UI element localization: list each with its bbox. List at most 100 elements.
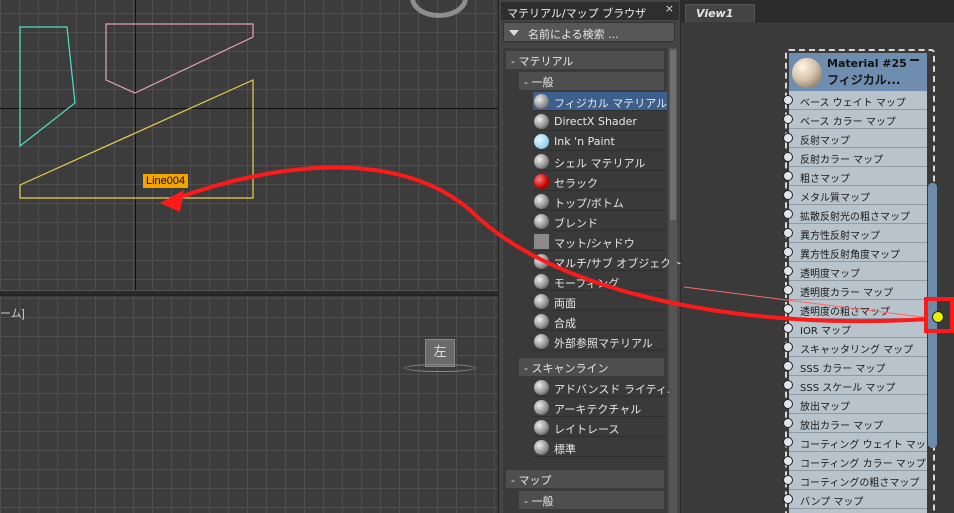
group-general[interactable]: - 一般: [519, 72, 664, 90]
input-socket[interactable]: [783, 361, 793, 371]
node-slot[interactable]: バンプ マップ: [789, 490, 927, 509]
node-header[interactable]: Material #25 フィジカル...: [789, 53, 927, 91]
node-slot[interactable]: ベース ウェイト マップ: [789, 91, 927, 110]
input-socket[interactable]: [783, 247, 793, 257]
object-label: Line004: [143, 174, 189, 188]
node-slot[interactable]: スキャッタリング マップ: [789, 338, 927, 357]
viewport-top[interactable]: Line004: [0, 0, 498, 290]
node-slot[interactable]: 透明度マップ: [789, 262, 927, 281]
node-subtitle: フィジカル...: [827, 73, 901, 87]
material-preview-icon: [792, 58, 822, 88]
input-socket[interactable]: [783, 456, 793, 466]
node-slot[interactable]: ベース カラー マップ: [789, 110, 927, 129]
node-slot[interactable]: コーティング カラー マップ: [789, 452, 927, 471]
sphere-icon: [534, 294, 549, 309]
material-item[interactable]: ブレンド: [533, 212, 667, 231]
dropdown-triangle-icon[interactable]: [509, 30, 519, 36]
viewcube-ring[interactable]: [404, 364, 476, 372]
material-item[interactable]: Ink 'n Paint: [533, 132, 667, 151]
node-slot[interactable]: 異方性反射マップ: [789, 224, 927, 243]
shape-yellow-line004: [19, 79, 254, 199]
slot-label: スキャッタリング マップ: [800, 345, 914, 356]
node-slot[interactable]: 反射マップ: [789, 129, 927, 148]
category-maps[interactable]: - マップ: [506, 470, 664, 488]
app-root: Line004 左 ーム] マテリアル/マップ ブラウザ × 名前による検索 .…: [0, 0, 954, 513]
group-scanline[interactable]: - スキャンライン: [519, 358, 664, 376]
node-title: Material #25: [827, 57, 907, 70]
material-label: 両面: [554, 297, 576, 310]
output-socket[interactable]: [932, 311, 944, 323]
node-slot[interactable]: 拡散反射光の粗さマップ: [789, 205, 927, 224]
scrollbar-thumb[interactable]: [670, 50, 676, 220]
input-socket[interactable]: [783, 228, 793, 238]
material-item[interactable]: アーキテクチャル: [533, 398, 667, 417]
node-slot[interactable]: コーティングの粗さマップ: [789, 471, 927, 490]
material-item[interactable]: DirectX Shader: [533, 112, 667, 131]
category-materials[interactable]: - マテリアル: [506, 51, 664, 69]
material-item[interactable]: マット/シャドウ: [533, 232, 667, 251]
slot-label: メタル質マップ: [800, 193, 870, 204]
sphere-icon: [534, 194, 549, 209]
node-slot[interactable]: 透明度カラー マップ: [789, 281, 927, 300]
material-item[interactable]: 標準: [533, 438, 667, 457]
scene-shapes[interactable]: [0, 0, 498, 290]
input-socket[interactable]: [783, 494, 793, 504]
input-socket[interactable]: [783, 475, 793, 485]
node-slot[interactable]: IOR マップ: [789, 319, 927, 338]
input-socket[interactable]: [783, 133, 793, 143]
material-label: DirectX Shader: [554, 115, 637, 128]
material-item[interactable]: 両面: [533, 292, 667, 311]
material-item[interactable]: モーフィング: [533, 272, 667, 291]
node-slot[interactable]: 反射カラー マップ: [789, 148, 927, 167]
input-socket[interactable]: [783, 399, 793, 409]
input-socket[interactable]: [783, 323, 793, 333]
material-item[interactable]: トップ/ボトム: [533, 192, 667, 211]
viewport-label[interactable]: ーム]: [0, 305, 25, 321]
input-socket[interactable]: [783, 266, 793, 276]
input-socket[interactable]: [783, 380, 793, 390]
input-socket[interactable]: [783, 190, 793, 200]
input-socket[interactable]: [783, 304, 793, 314]
input-socket[interactable]: [783, 114, 793, 124]
slot-label: コーティングの粗さマップ: [800, 478, 920, 489]
material-item[interactable]: レイトレース: [533, 418, 667, 437]
input-socket[interactable]: [783, 418, 793, 428]
shape-pink: [105, 23, 254, 94]
slot-label: SSS カラー マップ: [800, 364, 886, 375]
material-item[interactable]: フィジカル マテリアル: [533, 92, 667, 111]
node-slot[interactable]: 放出マップ: [789, 395, 927, 414]
material-item[interactable]: シェル マテリアル: [533, 152, 667, 171]
tab-view1[interactable]: View1: [685, 4, 755, 22]
input-socket[interactable]: [783, 209, 793, 219]
material-item[interactable]: 外部参照マテリアル: [533, 332, 667, 351]
input-socket[interactable]: [783, 171, 793, 181]
input-socket[interactable]: [783, 437, 793, 447]
close-icon[interactable]: ×: [665, 2, 674, 15]
input-socket[interactable]: [783, 342, 793, 352]
viewport-left[interactable]: 左: [0, 296, 498, 513]
material-item[interactable]: マルチ/サブ オブジェクト: [533, 252, 682, 271]
search-field[interactable]: 名前による検索 ...: [503, 22, 675, 42]
viewcube[interactable]: 左: [425, 339, 455, 367]
input-socket[interactable]: [783, 285, 793, 295]
node-slot[interactable]: 異方性反射角度マップ: [789, 243, 927, 262]
group-maps-general[interactable]: - 一般: [519, 491, 664, 509]
material-node[interactable]: Material #25 フィジカル... ベース ウェイト マップ ベース カラ…: [783, 53, 936, 513]
node-slot[interactable]: 透明度の粗さマップ: [789, 300, 927, 319]
node-slot[interactable]: コーティング ウェイト マップ: [789, 433, 936, 452]
node-slot[interactable]: 放出カラー マップ: [789, 414, 927, 433]
node-slot[interactable]: 粗さマップ: [789, 167, 927, 186]
material-label: モーフィング: [554, 277, 620, 290]
node-slot[interactable]: SSS スケール マップ: [789, 376, 927, 395]
material-item[interactable]: 合成: [533, 312, 667, 331]
node-slot[interactable]: SSS カラー マップ: [789, 357, 927, 376]
input-socket[interactable]: [783, 95, 793, 105]
material-item[interactable]: セラック: [533, 172, 667, 191]
browser-scrollbar[interactable]: [669, 48, 677, 513]
input-socket[interactable]: [783, 152, 793, 162]
slot-label: 反射カラー マップ: [800, 155, 884, 166]
material-item[interactable]: アドバンスド ライティ...: [533, 378, 677, 397]
node-slot[interactable]: メタル質マップ: [789, 186, 927, 205]
collapse-icon[interactable]: [910, 59, 919, 61]
material-label: 外部参照マテリアル: [554, 337, 653, 350]
